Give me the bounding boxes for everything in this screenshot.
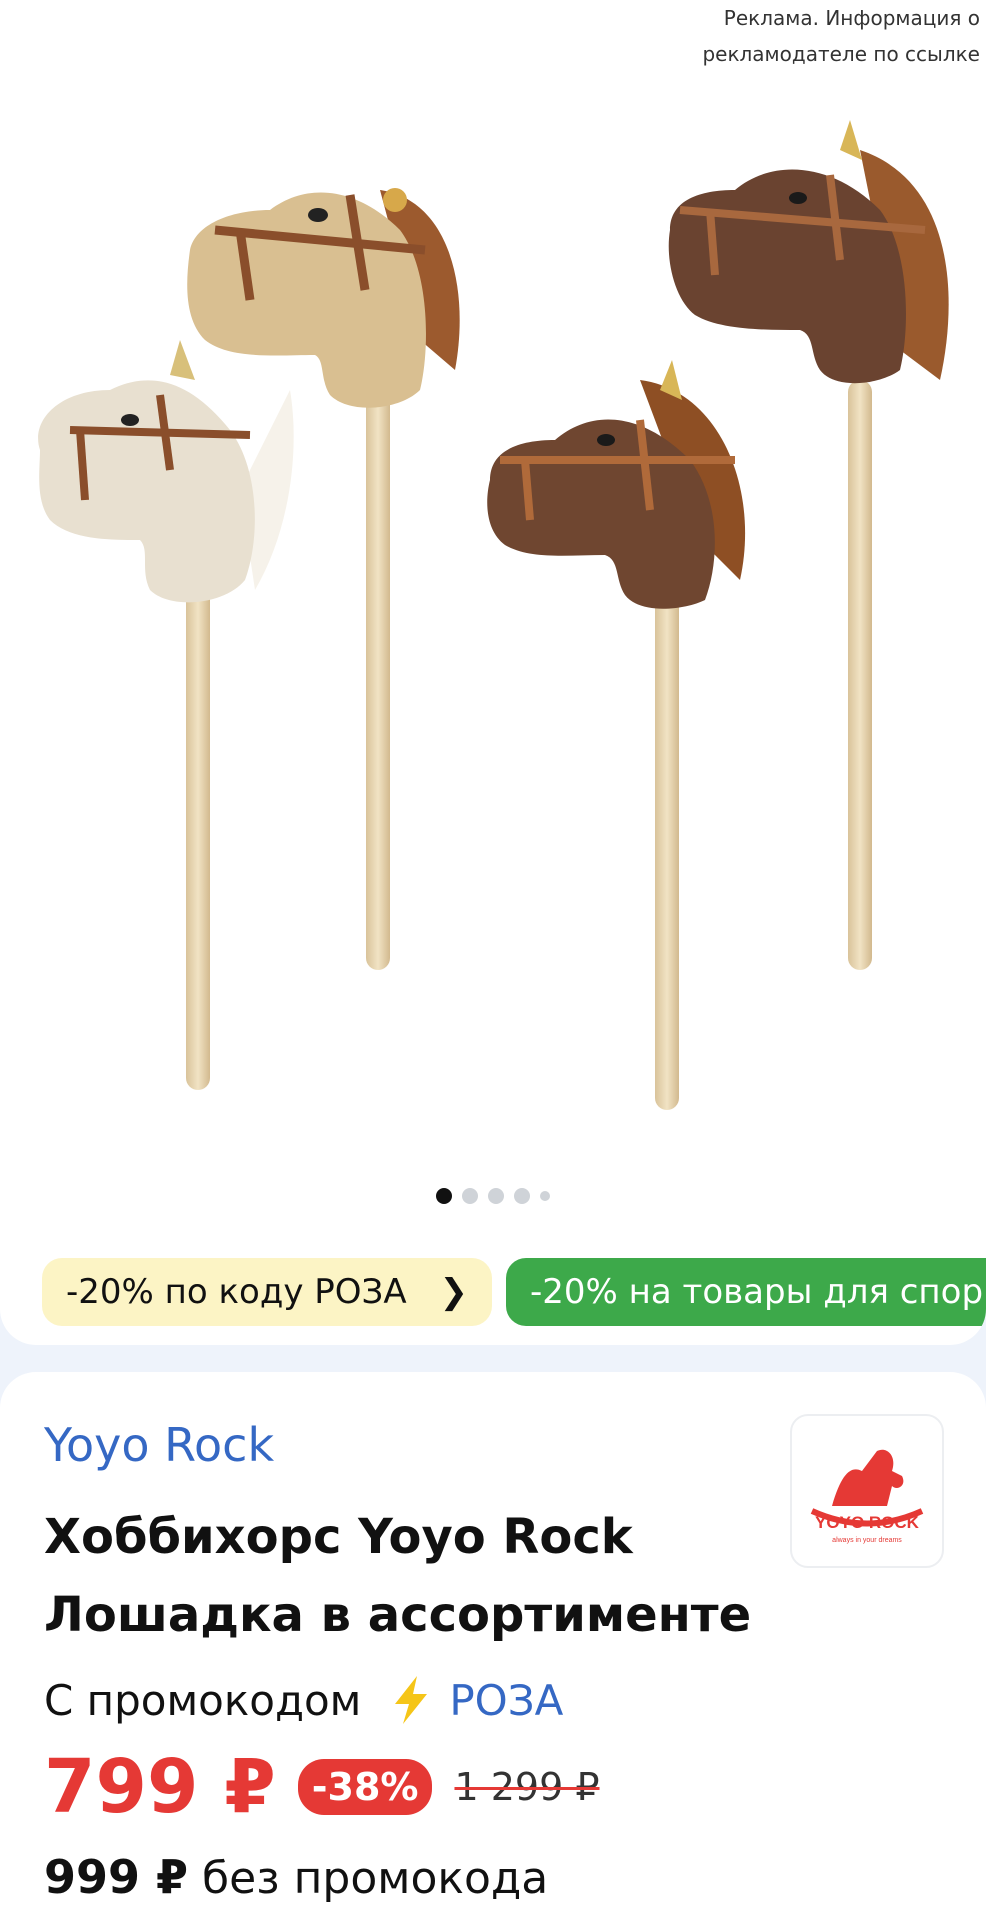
promo-line[interactable]: С промокодом РОЗА	[44, 1672, 563, 1728]
brown-horse-small	[487, 360, 746, 609]
brand-logo[interactable]: YOYO ROCK always in your dreams	[790, 1414, 944, 1568]
promo-chip-label: -20% по коду РОЗА	[66, 1272, 407, 1312]
ad-disclaimer[interactable]: Реклама. Информация о рекламодателе по с…	[702, 0, 980, 72]
logo-tagline: always in your dreams	[832, 1537, 902, 1544]
promo-chip-label: -20% на товары для спор	[530, 1272, 984, 1312]
product-title: Хоббихорс Yoyo Rock Лошадка в ассортимен…	[44, 1509, 752, 1643]
pagination-dot[interactable]	[462, 1188, 478, 1204]
brown-horse-large	[668, 120, 949, 384]
product-gallery-section: Реклама. Информация о рекламодателе по с…	[0, 0, 986, 1345]
promo-prefix: С промокодом	[44, 1675, 362, 1725]
pagination-dot[interactable]	[488, 1188, 504, 1204]
lightning-icon	[395, 1676, 428, 1724]
gallery-pagination[interactable]	[0, 1188, 986, 1204]
price-without-promo: 999 ₽ без промокода	[44, 1850, 548, 1904]
price-line: 799 ₽ -38% 1 299 ₽	[44, 1744, 600, 1830]
promo-chips: -20% по коду РОЗА ❯ -20% на товары для с…	[42, 1258, 986, 1326]
ad-disclaimer-line2: рекламодателе по ссылке	[702, 42, 980, 66]
logo-text: YOYO ROCK	[815, 1513, 920, 1532]
promo-code: РОЗА	[449, 1675, 564, 1725]
beige-horse	[187, 188, 460, 408]
pagination-dot[interactable]	[436, 1188, 452, 1204]
current-price: 799 ₽	[44, 1744, 276, 1830]
white-horse	[38, 340, 294, 603]
discount-badge: -38%	[297, 1759, 433, 1815]
promo-chip-code[interactable]: -20% по коду РОЗА ❯	[42, 1258, 492, 1326]
pagination-dot[interactable]	[514, 1188, 530, 1204]
brand-link[interactable]: Yoyo Rock	[44, 1418, 274, 1472]
price-without-promo-label: без промокода	[202, 1853, 549, 1904]
ad-disclaimer-line1: Реклама. Информация о	[723, 6, 980, 30]
promo-chip-sport[interactable]: -20% на товары для спор	[506, 1258, 986, 1326]
pagination-dot[interactable]	[540, 1191, 550, 1201]
price-without-promo-value: 999 ₽	[44, 1850, 189, 1904]
product-image[interactable]	[0, 90, 986, 1130]
old-price: 1 299 ₽	[454, 1765, 600, 1809]
chevron-right-icon: ❯	[439, 1272, 469, 1312]
